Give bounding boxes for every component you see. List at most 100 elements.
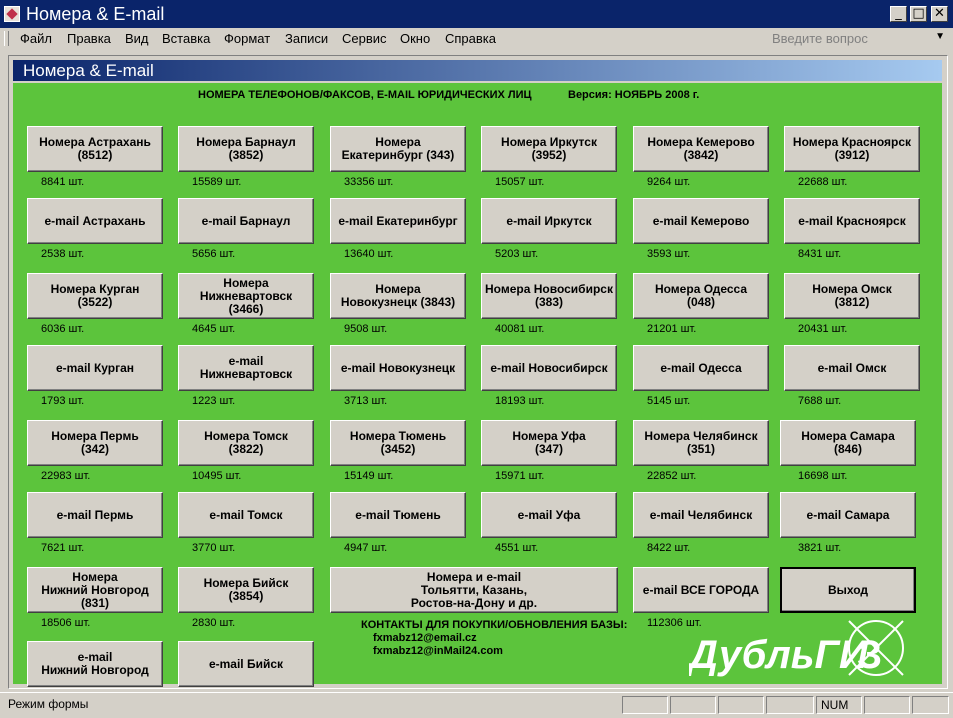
email-astrakhan-button[interactable]: e-mail Астрахань: [27, 198, 163, 244]
email-novosibirsk-count: 18193 шт.: [495, 395, 545, 407]
email-tyumen-count: 4947 шт.: [344, 542, 388, 554]
form-window: Номера & E-mail НОМЕРА ТЕЛЕФОНОВ/ФАКСОВ,…: [8, 55, 948, 703]
dublgis-logo: ДубльГИ З: [689, 620, 904, 677]
menu-insert[interactable]: Вставка: [162, 31, 210, 46]
form-body: НОМЕРА ТЕЛЕФОНОВ/ФАКСОВ, E-MAIL ЮРИДИЧЕС…: [13, 83, 942, 703]
status-cell-2: [670, 696, 716, 714]
exit-button[interactable]: Выход: [780, 567, 916, 613]
email-omsk-button[interactable]: e-mail Омск: [784, 345, 920, 391]
email-irkutsk-button[interactable]: e-mail Иркутск: [481, 198, 617, 244]
phones-nizhnevartovsk-button[interactable]: Номера Нижневартовск (3466): [178, 273, 314, 319]
contact-email-1: fxmabz12@email.cz: [373, 632, 477, 644]
phones-tyumen-button[interactable]: Номера Тюмень (3452): [330, 420, 466, 466]
phones-omsk-button[interactable]: Номера Омск (3812): [784, 273, 920, 319]
phones-tomsk-button[interactable]: Номера Томск (3822): [178, 420, 314, 466]
email-kurgan-count: 1793 шт.: [41, 395, 85, 407]
menu-file[interactable]: Файл: [20, 31, 52, 46]
contacts-heading: КОНТАКТЫ ДЛЯ ПОКУПКИ/ОБНОВЛЕНИЯ БАЗЫ:: [361, 619, 628, 631]
phones-kurgan-button[interactable]: Номера Курган (3522): [27, 273, 163, 319]
phones-nizhny-novgorod-button[interactable]: Номера Нижний Новгород (831): [27, 567, 163, 613]
email-ufa-button[interactable]: e-mail Уфа: [481, 492, 617, 538]
phones-irkutsk-button[interactable]: Номера Иркутск (3952): [481, 126, 617, 172]
phones-astrakhan-button[interactable]: Номера Астрахань (8512): [27, 126, 163, 172]
phones-odessa-button[interactable]: Номера Одесса (048): [633, 273, 769, 319]
menu-grip[interactable]: [4, 31, 9, 46]
phones-biysk-count: 2830 шт.: [192, 617, 236, 629]
email-nizhnevartovsk-button[interactable]: e-mail Нижневартовск: [178, 345, 314, 391]
email-kemerovo-button[interactable]: e-mail Кемерово: [633, 198, 769, 244]
phones-ekaterinburg-button[interactable]: Номера Екатеринбург (343): [330, 126, 466, 172]
email-perm-count: 7621 шт.: [41, 542, 85, 554]
status-cell-1: [622, 696, 668, 714]
menu-help[interactable]: Справка: [445, 31, 496, 46]
status-cell-7: [912, 696, 949, 714]
close-button[interactable]: ✕: [931, 6, 948, 22]
menu-view[interactable]: Вид: [125, 31, 149, 46]
email-nizhnevartovsk-count: 1223 шт.: [192, 395, 236, 407]
phones-kemerovo-count: 9264 шт.: [647, 176, 691, 188]
phones-chelyabinsk-button[interactable]: Номера Челябинск (351): [633, 420, 769, 466]
phones-novokuznetsk-button[interactable]: Номера Новокузнецк (3843): [330, 273, 466, 319]
email-kurgan-button[interactable]: e-mail Курган: [27, 345, 163, 391]
form-title: Номера & E-mail: [23, 61, 154, 80]
version-label: Версия: НОЯБРЬ 2008 г.: [568, 89, 700, 101]
logo-text: ДубльГИ: [689, 633, 869, 677]
phones-perm-button[interactable]: Номера Пермь (342): [27, 420, 163, 466]
email-samara-button[interactable]: e-mail Самара: [780, 492, 916, 538]
menu-edit[interactable]: Правка: [67, 31, 111, 46]
phones-nizhny-novgorod-count: 18506 шт.: [41, 617, 91, 629]
minimize-button[interactable]: _: [890, 6, 907, 22]
email-tyumen-button[interactable]: e-mail Тюмень: [330, 492, 466, 538]
phones-novokuznetsk-count: 9508 шт.: [344, 323, 388, 335]
phones-perm-count: 22983 шт.: [41, 470, 91, 482]
dropdown-arrow-icon[interactable]: ▼: [935, 31, 945, 42]
email-tomsk-button[interactable]: e-mail Томск: [178, 492, 314, 538]
phones-samara-count: 16698 шт.: [798, 470, 848, 482]
email-barnaul-count: 5656 шт.: [192, 248, 236, 260]
status-cell-6: [864, 696, 910, 714]
email-astrakhan-count: 2538 шт.: [41, 248, 85, 260]
maximize-button[interactable]: □: [910, 6, 927, 22]
phones-ufa-count: 15971 шт.: [495, 470, 545, 482]
phones-ufa-button[interactable]: Номера Уфа (347): [481, 420, 617, 466]
email-all-cities-count: 112306 шт.: [647, 617, 702, 629]
email-odessa-count: 5145 шт.: [647, 395, 691, 407]
email-ekaterinburg-button[interactable]: e-mail Екатеринбург: [330, 198, 466, 244]
phones-tyumen-count: 15149 шт.: [344, 470, 394, 482]
email-chelyabinsk-count: 8422 шт.: [647, 542, 691, 554]
email-barnaul-button[interactable]: e-mail Барнаул: [178, 198, 314, 244]
email-nizhny-novgorod-button[interactable]: e-mail Нижний Новгород: [27, 641, 163, 687]
form-heading: НОМЕРА ТЕЛЕФОНОВ/ФАКСОВ, E-MAIL ЮРИДИЧЕС…: [198, 89, 532, 101]
email-novosibirsk-button[interactable]: e-mail Новосибирск: [481, 345, 617, 391]
email-all-cities-button[interactable]: e-mail ВСЕ ГОРОДА: [633, 567, 769, 613]
email-chelyabinsk-button[interactable]: e-mail Челябинск: [633, 492, 769, 538]
phones-emails-other-cities-button[interactable]: Номера и e-mail Тольятти, Казань, Ростов…: [330, 567, 618, 613]
phones-kemerovo-button[interactable]: Номера Кемерово (3842): [633, 126, 769, 172]
app-icon[interactable]: [4, 6, 20, 22]
email-ufa-count: 4551 шт.: [495, 542, 539, 554]
status-num: NUM: [816, 696, 862, 714]
email-biysk-button[interactable]: e-mail Бийск: [178, 641, 314, 687]
email-novokuznetsk-button[interactable]: e-mail Новокузнецк: [330, 345, 466, 391]
phones-barnaul-button[interactable]: Номера Барнаул (3852): [178, 126, 314, 172]
menu-window[interactable]: Окно: [400, 31, 430, 46]
menu-tools[interactable]: Сервис: [342, 31, 387, 46]
phones-krasnoyarsk-button[interactable]: Номера Красноярск (3912): [784, 126, 920, 172]
phones-krasnoyarsk-count: 22688 шт.: [798, 176, 848, 188]
phones-novosibirsk-button[interactable]: Номера Новосибирск (383): [481, 273, 617, 319]
menu-records[interactable]: Записи: [285, 31, 328, 46]
phones-odessa-count: 21201 шт.: [647, 323, 697, 335]
email-perm-button[interactable]: e-mail Пермь: [27, 492, 163, 538]
contact-email-2: fxmabz12@inMail24.com: [373, 645, 503, 657]
help-placeholder: Введите вопрос: [772, 31, 868, 46]
form-titlebar: Номера & E-mail: [13, 60, 942, 81]
email-irkutsk-count: 5203 шт.: [495, 248, 539, 260]
phones-irkutsk-count: 15057 шт.: [495, 176, 545, 188]
email-odessa-button[interactable]: e-mail Одесса: [633, 345, 769, 391]
phones-barnaul-count: 15589 шт.: [192, 176, 242, 188]
help-question-input[interactable]: Введите вопрос ▼: [772, 31, 948, 48]
phones-biysk-button[interactable]: Номера Бийск (3854): [178, 567, 314, 613]
email-krasnoyarsk-button[interactable]: e-mail Красноярск: [784, 198, 920, 244]
menu-format[interactable]: Формат: [224, 31, 270, 46]
phones-samara-button[interactable]: Номера Самара (846): [780, 420, 916, 466]
